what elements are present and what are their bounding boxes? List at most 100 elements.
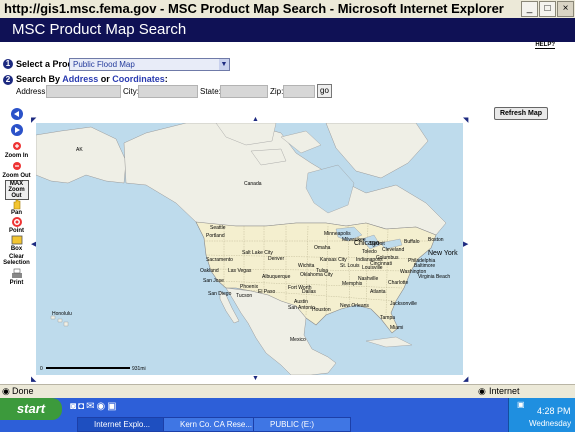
label-buffalo: Buffalo	[404, 239, 420, 245]
box-select-icon	[11, 235, 22, 245]
maximize-button[interactable]: □	[539, 1, 556, 17]
print-tool[interactable]: Print	[2, 268, 31, 286]
zoom-out-tool[interactable]: Zoom Out	[2, 161, 31, 179]
zip-label: Zip:	[270, 87, 284, 96]
help-link[interactable]: HELP?	[535, 42, 555, 49]
city-field[interactable]	[138, 85, 198, 98]
label-tulsa: Tulsa	[316, 268, 328, 274]
go-button[interactable]: go	[317, 84, 332, 98]
label-atlanta: Atlanta	[370, 289, 386, 295]
pan-south-icon[interactable]: ▼	[252, 375, 259, 382]
task-internet-explorer[interactable]: Internet Explo...	[77, 417, 174, 432]
label-miami: Miami	[390, 325, 403, 331]
taskbar: start ◙◘✉◉▣ Internet Explo... Kern Co. C…	[0, 398, 575, 432]
chevron-down-icon[interactable]: ▼	[219, 59, 229, 70]
label-canada: Canada	[244, 181, 262, 187]
scale-start: 0	[40, 366, 43, 372]
tray-network-icon[interactable]: ▣	[517, 400, 525, 409]
label-st-louis: St. Louis	[340, 263, 360, 269]
label-san-jose: San Jose	[203, 278, 224, 284]
label-tucson: Tucson	[236, 293, 252, 299]
clear-selection-tool[interactable]: Clear Selection	[2, 252, 31, 266]
point-tool[interactable]: Point	[2, 216, 31, 234]
pan-right-button[interactable]	[2, 124, 31, 136]
clear-selection-label: Clear Selection	[3, 254, 30, 266]
label-el-paso: El Paso	[258, 289, 275, 295]
address-label: Address:	[16, 87, 48, 96]
label-omaha: Omaha	[314, 245, 331, 251]
label-las-vegas: Las Vegas	[228, 268, 252, 274]
pan-southeast-icon[interactable]: ◢	[463, 375, 468, 383]
clock-day: Wednesday	[529, 419, 572, 428]
label-albuquerque: Albuquerque	[262, 274, 291, 280]
pan-southwest-icon[interactable]: ◣	[31, 375, 36, 383]
task-kern-co[interactable]: Kern Co. CA Rese...	[163, 417, 263, 432]
label-cincinnati: Cincinnati	[370, 261, 392, 267]
search-by-label: Search By	[16, 74, 61, 84]
clock-time[interactable]: 4:28 PM	[537, 406, 571, 416]
state-field[interactable]	[220, 85, 268, 98]
print-label: Print	[9, 280, 24, 286]
zoom-out-label: Zoom Out	[2, 173, 31, 179]
label-portland: Portland	[206, 233, 225, 239]
state-label: State:	[200, 87, 221, 96]
window-title-bar[interactable]: http://gis1.msc.fema.gov - MSC Product M…	[0, 0, 575, 19]
help-bar: HELP?	[0, 42, 575, 54]
cuba	[365, 336, 413, 348]
product-select[interactable]: Public Flood Map ▼	[69, 58, 230, 71]
map-toolbar: Zoom In Zoom Out MAX Zoom Out Pan Point …	[0, 106, 32, 286]
coordinates-link[interactable]: Coordinates	[112, 74, 165, 84]
search-by-colon: :	[164, 74, 168, 84]
scale-end: 931mi	[132, 366, 146, 372]
zone-icon: ◉	[478, 386, 486, 396]
zoom-out-icon	[12, 162, 21, 170]
status-bar: ◉ Done ◉ Internet	[0, 384, 575, 399]
max-zoom-out-tool[interactable]: MAX Zoom Out	[2, 180, 31, 200]
scale-bar	[46, 367, 130, 369]
address-link[interactable]: Address	[62, 74, 98, 84]
pan-left-button[interactable]	[2, 108, 31, 120]
product-selected-value: Public Flood Map	[73, 60, 135, 69]
label-jacksonville: Jacksonville	[390, 301, 417, 307]
pan-east-icon[interactable]: ▶	[463, 240, 468, 248]
label-memphis: Memphis	[342, 281, 363, 287]
pan-tool[interactable]: Pan	[2, 198, 31, 216]
refresh-map-button[interactable]: Refresh Map	[494, 107, 548, 120]
printer-icon	[11, 268, 22, 278]
label-ak: AK	[76, 147, 83, 153]
label-denver: Denver	[268, 256, 284, 262]
zoom-in-tool[interactable]: Zoom In	[2, 141, 31, 159]
label-mexico: Mexico	[290, 337, 306, 343]
label-tampa: Tampa	[380, 315, 395, 321]
label-toledo: Toledo	[362, 249, 377, 255]
max-zoom-out-label: MAX Zoom Out	[4, 180, 29, 200]
pan-north-icon[interactable]: ▲	[252, 116, 259, 123]
task-public-drive[interactable]: PUBLIC (E:)	[253, 417, 351, 432]
label-cleveland: Cleveland	[382, 247, 404, 253]
map-canvas[interactable]: AK Canada Mexico Honolulu Seattle Portla…	[36, 123, 463, 375]
label-honolulu: Honolulu	[52, 311, 72, 317]
label-wichita: Wichita	[298, 263, 315, 269]
app-header: MSC Product Map Search	[0, 18, 575, 42]
box-tool[interactable]: Box	[2, 234, 31, 252]
label-seattle: Seattle	[210, 225, 226, 231]
start-button[interactable]: start	[0, 398, 62, 420]
label-boston: Boston	[428, 237, 444, 243]
close-button[interactable]: ×	[557, 1, 574, 17]
quick-launch-icons[interactable]: ◙◘✉◉▣	[70, 401, 119, 412]
or-label: or	[100, 74, 110, 84]
city-label: City:	[123, 87, 139, 96]
alaska-landmass	[36, 126, 127, 184]
system-tray: ▣ 4:28 PM Wednesday	[508, 398, 575, 432]
pan-northeast-icon[interactable]: ◥	[463, 116, 468, 124]
zoom-in-icon	[12, 142, 21, 150]
zip-field[interactable]	[283, 85, 315, 98]
map-svg: AK Canada Mexico Honolulu Seattle Portla…	[36, 123, 458, 375]
zoom-in-label: Zoom In	[4, 153, 29, 159]
start-label: start	[16, 401, 46, 416]
step-2-badge: 2	[3, 75, 13, 85]
label-new-york: New York	[428, 250, 458, 257]
address-field[interactable]	[46, 85, 121, 98]
status-text: Done	[12, 386, 34, 396]
minimize-button[interactable]: _	[521, 1, 538, 17]
